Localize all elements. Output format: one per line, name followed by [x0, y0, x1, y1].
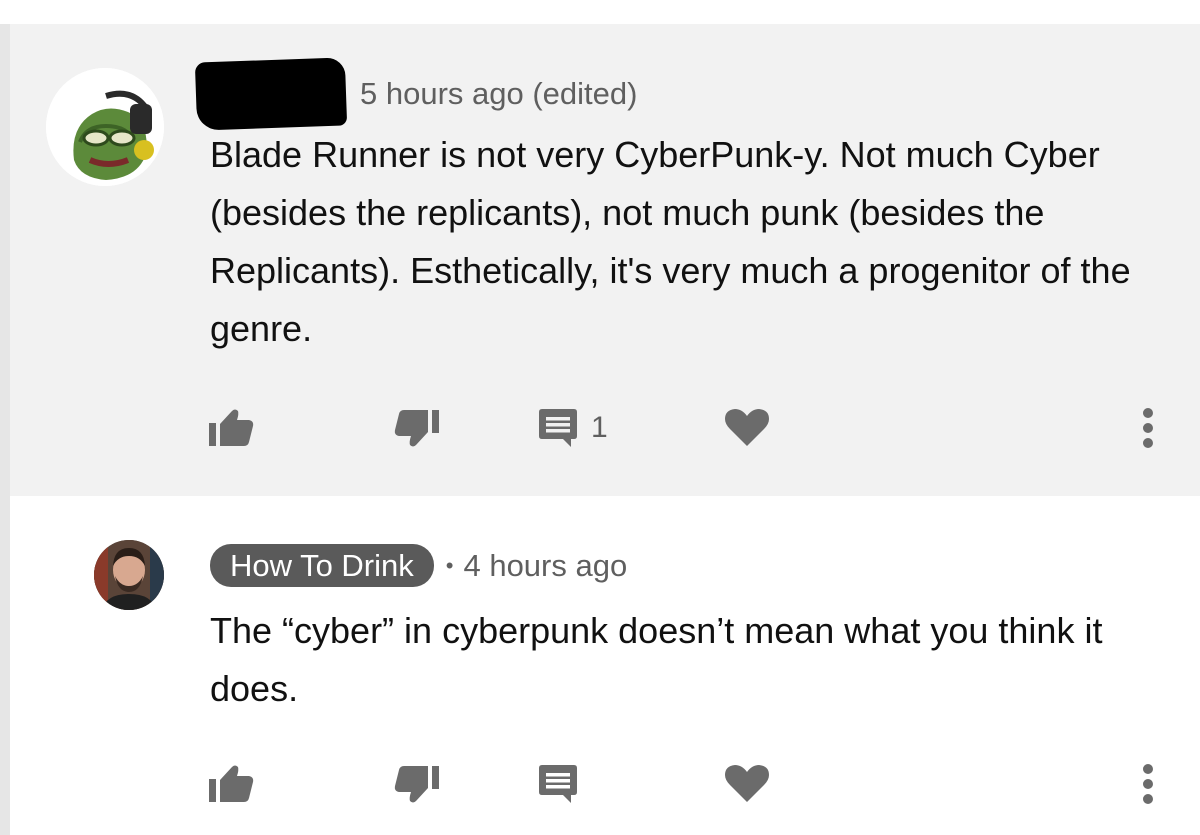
avatar-image: [94, 540, 164, 610]
redacted-author-name: [194, 57, 348, 131]
comment-meta: 5 hours ago (edited): [194, 57, 638, 131]
thumb-down-icon: [394, 766, 439, 803]
heart-icon: [725, 409, 769, 446]
timestamp: 5 hours ago (edited): [360, 76, 638, 111]
reply-button[interactable]: [537, 754, 579, 814]
comment-text: Blade Runner is not very CyberPunk-y. No…: [210, 134, 1131, 349]
dislike-button[interactable]: [394, 754, 440, 814]
like-button[interactable]: [208, 754, 254, 814]
more-vert-icon: [1143, 408, 1153, 448]
heart-button[interactable]: [725, 754, 769, 814]
more-options-button[interactable]: [1138, 398, 1158, 458]
comment-highlighted: 5 hours ago (edited) Blade Runner is not…: [0, 24, 1200, 496]
comment-icon: [539, 765, 577, 803]
author-name-chip[interactable]: How To Drink: [210, 544, 434, 587]
dislike-button[interactable]: [394, 398, 440, 458]
reply-count: 1: [591, 411, 608, 444]
heart-icon: [725, 765, 769, 802]
thumb-down-icon: [394, 410, 439, 447]
thumb-up-icon: [209, 409, 254, 446]
comment: How To Drink • 4 hours ago The “cyber” i…: [0, 496, 1200, 835]
comment-meta: How To Drink • 4 hours ago: [210, 544, 627, 587]
like-button[interactable]: [208, 398, 254, 458]
timestamp: 4 hours ago: [463, 547, 628, 583]
avatar-image: [46, 68, 164, 186]
comment-icon: [539, 409, 577, 447]
comment-actions: [0, 754, 1200, 814]
more-options-button[interactable]: [1138, 754, 1158, 814]
avatar[interactable]: [46, 68, 164, 186]
separator-dot: •: [445, 552, 454, 578]
avatar[interactable]: [94, 540, 164, 610]
comment-actions: 1: [0, 398, 1200, 458]
thumb-up-icon: [209, 765, 254, 802]
top-strip: [0, 0, 1200, 24]
more-vert-icon: [1143, 764, 1153, 804]
comment-text: The “cyber” in cyberpunk doesn’t mean wh…: [210, 610, 1103, 709]
heart-button[interactable]: [725, 398, 769, 458]
reply-button[interactable]: 1: [537, 398, 608, 458]
